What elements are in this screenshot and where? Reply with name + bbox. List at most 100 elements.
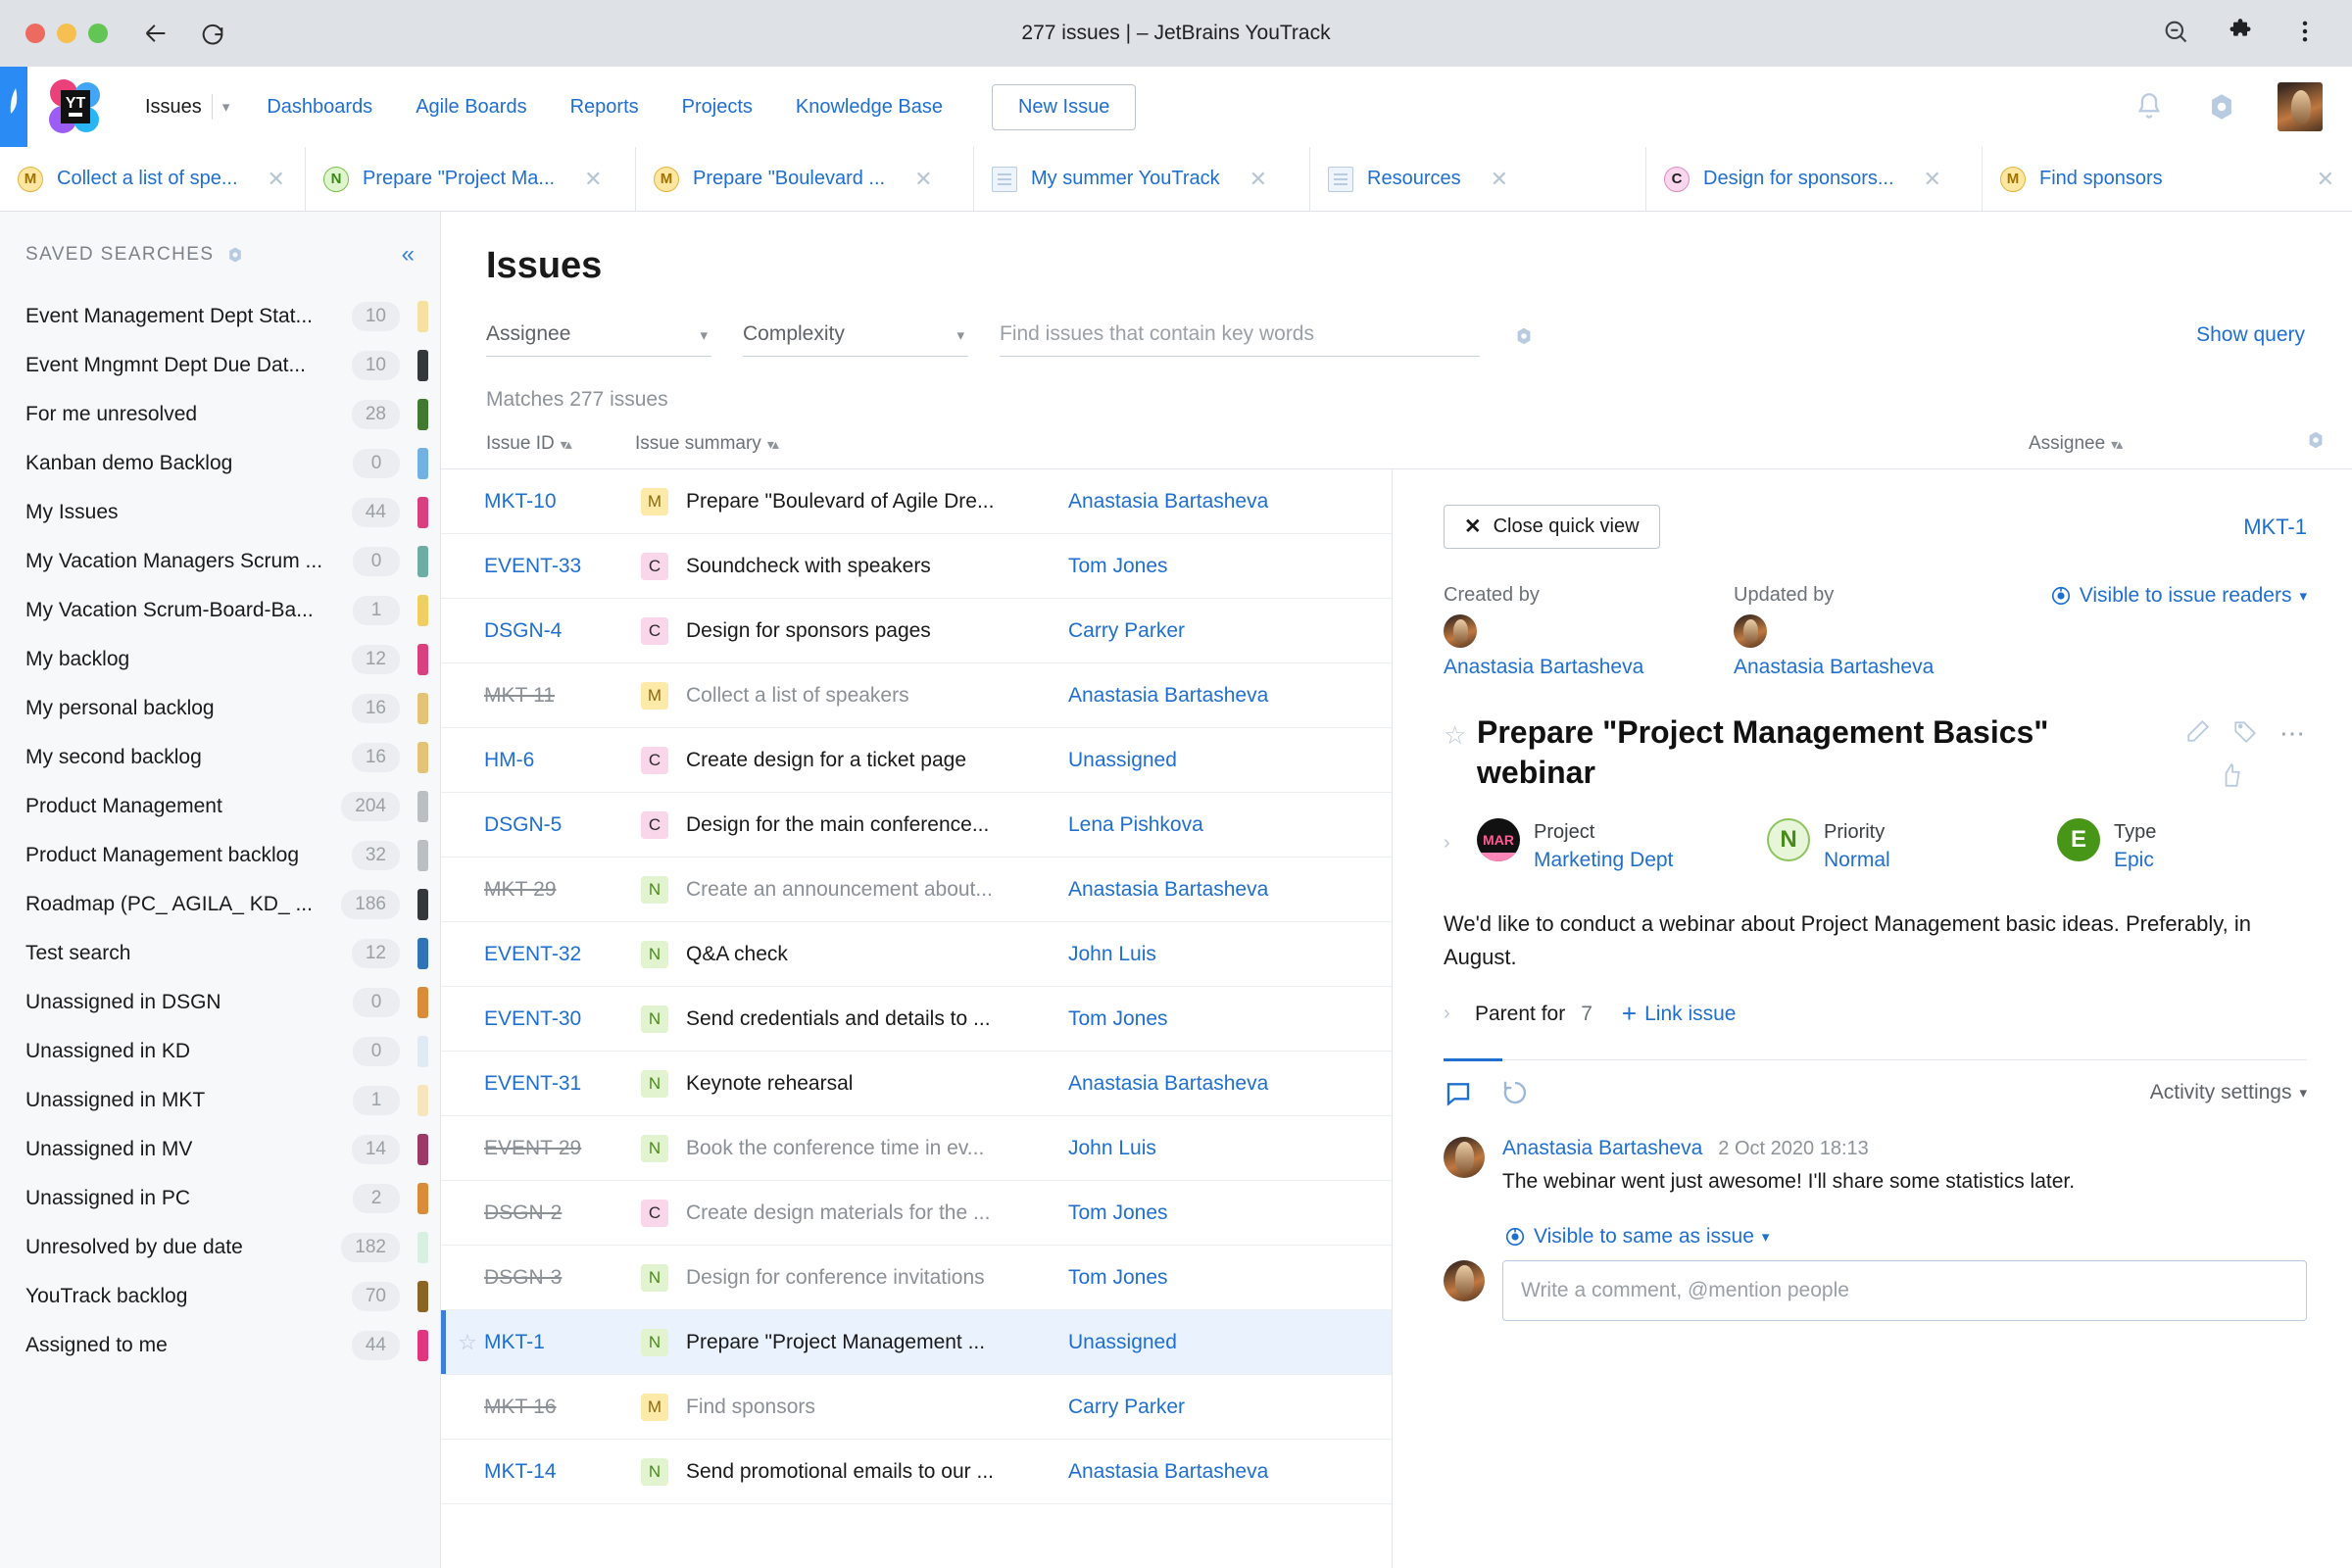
comment-author[interactable]: Anastasia Bartasheva xyxy=(1502,1137,1702,1160)
reload-icon[interactable] xyxy=(198,19,227,48)
issue-assignee[interactable]: John Luis xyxy=(1068,1137,1392,1160)
saved-search-item[interactable]: YouTrack backlog 70 xyxy=(0,1272,440,1321)
issue-summary[interactable]: Design for conference invitations xyxy=(686,1266,1068,1290)
issue-tab-6[interactable]: M Find sponsors ✕ xyxy=(1983,147,2352,211)
table-row[interactable]: EVENT-32 N Q&A check John Luis xyxy=(441,922,1392,987)
issue-summary[interactable]: Create design for a ticket page xyxy=(686,749,1068,772)
issue-tab-1[interactable]: N Prepare "Project Ma... ✕ xyxy=(306,147,636,211)
menu-item-knowledge-base[interactable]: Knowledge Base xyxy=(774,96,964,119)
issue-summary[interactable]: Design for sponsors pages xyxy=(686,619,1068,643)
issue-summary[interactable]: Create design materials for the ... xyxy=(686,1201,1068,1225)
issue-id-link[interactable]: DSGN-4 xyxy=(484,619,641,643)
table-row[interactable]: DSGN-5 C Design for the main conference...… xyxy=(441,793,1392,858)
column-header-issue-summary[interactable]: Issue summary ▾▴ xyxy=(635,433,2029,455)
comment-input[interactable]: Write a comment, @mention people xyxy=(1502,1259,2307,1321)
table-row[interactable]: EVENT-33 C Soundcheck with speakers Tom Jon… xyxy=(441,534,1392,599)
issue-summary[interactable]: Find sponsors xyxy=(686,1396,1068,1419)
table-row[interactable]: MKT-16 M Find sponsors Carry Parker xyxy=(441,1375,1392,1440)
issue-assignee[interactable]: Lena Pishkova xyxy=(1068,813,1392,837)
menu-item-reports[interactable]: Reports xyxy=(549,96,661,119)
issue-id-link[interactable]: DSGN-2 xyxy=(484,1201,641,1225)
issue-assignee[interactable]: Unassigned xyxy=(1068,749,1392,772)
tab-close-icon[interactable]: ✕ xyxy=(2317,168,2334,190)
updated-by-name[interactable]: Anastasia Bartasheva xyxy=(1734,656,2024,679)
expand-fields-chevron-icon[interactable]: › xyxy=(1444,818,1477,855)
saved-search-item[interactable]: My Vacation Scrum-Board-Ba... 1 xyxy=(0,586,440,635)
saved-search-item[interactable]: Unassigned in DSGN 0 xyxy=(0,978,440,1027)
issue-assignee[interactable]: Carry Parker xyxy=(1068,1396,1392,1419)
issue-summary[interactable]: Prepare "Project Management ... xyxy=(686,1331,1068,1354)
saved-search-item[interactable]: Event Management Dept Stat... 10 xyxy=(0,292,440,341)
issue-summary[interactable]: Send promotional emails to our ... xyxy=(686,1460,1068,1484)
issue-assignee[interactable]: John Luis xyxy=(1068,943,1392,966)
created-by-name[interactable]: Anastasia Bartasheva xyxy=(1444,656,1734,679)
extensions-puzzle-icon[interactable] xyxy=(2227,18,2254,50)
issue-tab-3[interactable]: My summer YouTrack ✕ xyxy=(974,147,1310,211)
maximize-window-button[interactable] xyxy=(88,24,108,43)
saved-search-item[interactable]: Roadmap (PC_ AGILA_ KD_ ... 186 xyxy=(0,880,440,929)
saved-search-item[interactable]: Kanban demo Backlog 0 xyxy=(0,439,440,488)
saved-search-item[interactable]: My personal backlog 16 xyxy=(0,684,440,733)
assignee-filter[interactable]: Assignee ▾ xyxy=(486,322,711,357)
browser-menu-icon[interactable] xyxy=(2291,18,2319,50)
issue-tab-5[interactable]: C Design for sponsors... ✕ xyxy=(1646,147,1983,211)
column-header-assignee[interactable]: Assignee ▾▴ xyxy=(2029,433,2352,455)
youtrack-logo[interactable]: YT xyxy=(43,78,104,135)
issue-assignee[interactable]: Tom Jones xyxy=(1068,1201,1392,1225)
issue-assignee[interactable]: Anastasia Bartasheva xyxy=(1068,684,1392,708)
issue-id-link[interactable]: MKT-14 xyxy=(484,1460,641,1484)
issue-id-link[interactable]: EVENT-33 xyxy=(484,555,641,578)
tab-close-icon[interactable]: ✕ xyxy=(1924,168,1941,190)
back-arrow-icon[interactable] xyxy=(141,19,171,48)
edit-pencil-icon[interactable] xyxy=(2185,718,2211,749)
issue-summary[interactable]: Q&A check xyxy=(686,943,1068,966)
saved-search-item[interactable]: Unresolved by due date 182 xyxy=(0,1223,440,1272)
show-query-button[interactable]: Show query xyxy=(2196,323,2305,357)
issue-assignee[interactable]: Anastasia Bartasheva xyxy=(1068,1072,1392,1096)
issue-id-link[interactable]: DSGN-5 xyxy=(484,813,641,837)
table-row[interactable]: MKT-29 N Create an announcement about... An… xyxy=(441,858,1392,922)
issue-tab-0[interactable]: M Collect a list of spe... ✕ xyxy=(0,147,306,211)
notifications-bell-icon[interactable] xyxy=(2132,90,2166,123)
issue-assignee[interactable]: Anastasia Bartasheva xyxy=(1068,490,1392,514)
column-header-issue-id[interactable]: Issue ID ▾▴ xyxy=(486,433,635,455)
saved-search-item[interactable]: Product Management 204 xyxy=(0,782,440,831)
issue-id-link[interactable]: MKT-11 xyxy=(484,684,641,708)
zoom-out-icon[interactable] xyxy=(2162,18,2189,50)
saved-searches-settings-icon[interactable] xyxy=(225,245,245,265)
issue-id-link[interactable]: MKT-1 xyxy=(484,1331,641,1354)
table-row[interactable]: HM-6 C Create design for a ticket page Unas… xyxy=(441,728,1392,793)
issue-summary[interactable]: Collect a list of speakers xyxy=(686,684,1068,708)
close-quick-view-button[interactable]: ✕ Close quick view xyxy=(1444,505,1660,549)
table-row[interactable]: MKT-14 N Send promotional emails to our ..… xyxy=(441,1440,1392,1504)
saved-search-item[interactable]: Unassigned in PC 2 xyxy=(0,1174,440,1223)
table-row[interactable]: DSGN-2 C Create design materials for the .… xyxy=(441,1181,1392,1246)
saved-search-item[interactable]: Test search 12 xyxy=(0,929,440,978)
star-icon[interactable]: ☆ xyxy=(1444,712,1477,751)
more-options-icon[interactable]: ⋯ xyxy=(2279,720,2307,745)
table-row[interactable]: MKT-10 M Prepare "Boulevard of Agile Dre..… xyxy=(441,469,1392,534)
new-issue-button[interactable]: New Issue xyxy=(991,83,1137,130)
saved-search-item[interactable]: Assigned to me 44 xyxy=(0,1321,440,1370)
issue-assignee[interactable]: Unassigned xyxy=(1068,1331,1392,1354)
issue-summary[interactable]: Send credentials and details to ... xyxy=(686,1007,1068,1031)
comment-visibility-selector[interactable]: Visible to same as issue ▾ xyxy=(1504,1225,2307,1249)
issue-tab-4[interactable]: Resources ✕ xyxy=(1310,147,1646,211)
collapse-sidebar-icon[interactable]: « xyxy=(402,243,415,267)
issue-assignee[interactable]: Carry Parker xyxy=(1068,619,1392,643)
saved-search-item[interactable]: Unassigned in MV 14 xyxy=(0,1125,440,1174)
complexity-filter[interactable]: Complexity ▾ xyxy=(743,322,968,357)
table-row[interactable]: DSGN-3 N Design for conference invitations… xyxy=(441,1246,1392,1310)
expand-links-chevron-icon[interactable]: › xyxy=(1444,1003,1465,1025)
quickview-issue-id[interactable]: MKT-1 xyxy=(2243,514,2307,540)
activity-settings-button[interactable]: Activity settings ▾ xyxy=(2150,1081,2307,1104)
table-row[interactable]: EVENT-29 N Book the conference time in ev.… xyxy=(441,1116,1392,1181)
search-input[interactable]: Find issues that contain key words xyxy=(1000,322,1480,357)
comments-tab-icon[interactable] xyxy=(1444,1078,1473,1107)
table-settings-icon[interactable] xyxy=(2305,429,2327,451)
saved-search-item[interactable]: My backlog 12 xyxy=(0,635,440,684)
saved-search-item[interactable]: Unassigned in KD 0 xyxy=(0,1027,440,1076)
menu-item-agile-boards[interactable]: Agile Boards xyxy=(394,96,548,119)
table-row[interactable]: ☆ MKT-1 N Prepare "Project Management ... Un… xyxy=(441,1310,1392,1375)
search-settings-icon[interactable] xyxy=(1513,325,1535,347)
